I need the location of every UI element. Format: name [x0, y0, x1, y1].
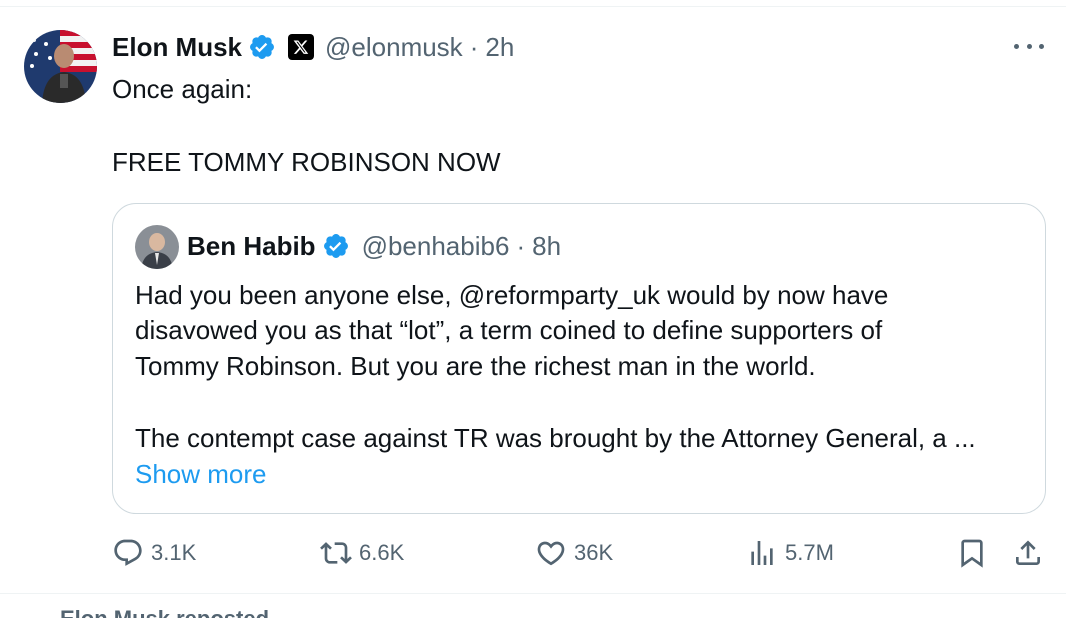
- bookmark-icon: [961, 539, 983, 568]
- tweet-timestamp[interactable]: 2h: [485, 32, 514, 63]
- repost-icon: [320, 542, 352, 564]
- quoted-tweet-header: Ben Habib @benhabib6 · 8h: [187, 229, 561, 263]
- author-name[interactable]: Elon Musk: [112, 32, 242, 63]
- top-divider: [0, 6, 1066, 7]
- quoted-author-handle: @benhabib6: [361, 230, 510, 261]
- bookmark-button[interactable]: [956, 536, 988, 570]
- separator-dot: ·: [469, 31, 479, 62]
- quoted-tweet-timestamp: 8h: [532, 230, 562, 261]
- tweet-header: Elon Musk @elonmusk · 2h: [112, 30, 514, 64]
- author-avatar[interactable]: [24, 30, 97, 103]
- verified-badge-icon: [323, 234, 348, 258]
- tweet-text-line: Once again:: [112, 74, 253, 104]
- reply-count: 3.1K: [151, 540, 197, 565]
- share-button[interactable]: [1012, 536, 1044, 570]
- repost-count: 6.6K: [359, 540, 405, 565]
- reply-icon: [114, 539, 142, 566]
- more-icon[interactable]: [1014, 36, 1044, 56]
- quoted-text-line: The contempt case against TR was brought…: [135, 423, 976, 453]
- view-count: 5.7M: [785, 540, 834, 565]
- quoted-text-line: Tommy Robinson. But you are the richest …: [135, 351, 816, 381]
- separator-dot: ·: [516, 230, 526, 261]
- reply-button[interactable]: 3.1K: [112, 536, 196, 570]
- x-affiliation-icon[interactable]: [288, 34, 315, 60]
- bottom-divider: [0, 593, 1066, 594]
- quoted-author-name: Ben Habib: [187, 230, 316, 261]
- next-post-context: Elon Musk reposted: [60, 606, 269, 618]
- verified-badge-icon: [250, 35, 274, 59]
- repost-button[interactable]: 6.6K: [320, 536, 404, 570]
- quoted-author-avatar: [135, 225, 179, 269]
- share-icon: [1016, 540, 1040, 565]
- quoted-text-line: disavowed you as that “lot”, a term coin…: [135, 315, 883, 345]
- quoted-tweet-card[interactable]: Ben Habib @benhabib6 · 8h Had you been a…: [112, 203, 1046, 514]
- views-button[interactable]: 5.7M: [746, 536, 834, 570]
- like-button[interactable]: 36K: [535, 536, 613, 570]
- quoted-text-line: Had you been anyone else, @reformparty_u…: [135, 280, 889, 310]
- show-more-link[interactable]: Show more: [135, 459, 267, 490]
- views-icon: [751, 541, 773, 565]
- tweet-text-line: FREE TOMMY ROBINSON NOW: [112, 147, 501, 177]
- like-icon: [537, 541, 565, 566]
- like-count: 36K: [574, 540, 614, 565]
- author-handle[interactable]: @elonmusk: [325, 32, 463, 63]
